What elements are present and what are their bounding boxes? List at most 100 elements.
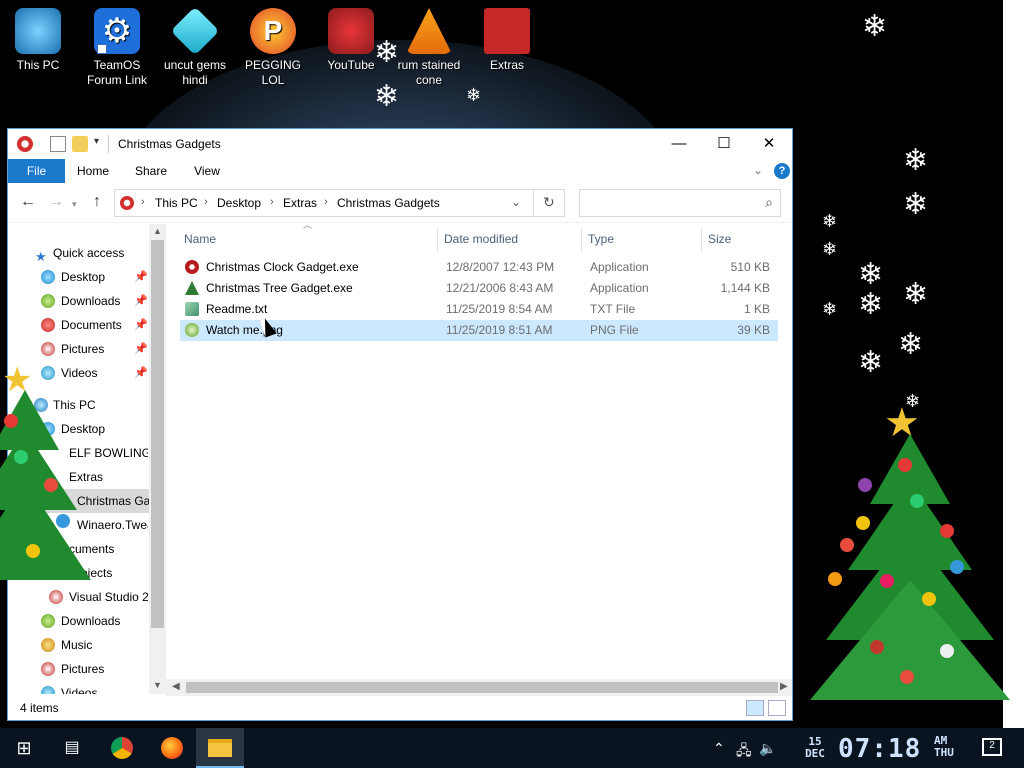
desktop-icon-pegging[interactable]: P PEGGING LOL [238,0,308,88]
app-icon[interactable] [17,136,33,152]
tab-home[interactable]: Home [70,159,116,183]
breadcrumb-chevron-icon[interactable]: › [141,196,145,208]
column-header-date[interactable]: Date modified [444,232,518,246]
column-header-size[interactable]: Size [708,232,731,246]
ornament [828,572,842,586]
scroll-down-icon[interactable]: ▼ [153,680,162,690]
christmas-tree-gadget[interactable]: ★ [810,400,1010,720]
snowflake-icon: ❄ [903,144,929,177]
show-hidden-icons-chevron[interactable]: ⌃ [713,740,725,757]
firefox-icon[interactable] [148,728,196,768]
minimize-button[interactable]: — [656,129,702,159]
column-header-type[interactable]: Type [588,232,614,246]
nav-videos-pc[interactable]: Videos [8,681,148,694]
desktop-icon-teamos[interactable]: ⚙ TeamOS Forum Link [82,0,152,88]
task-view-icon[interactable]: ▤ [48,728,96,768]
nav-downloads[interactable]: Downloads 📌 [8,289,148,313]
scroll-right-icon[interactable]: ▶ [780,681,788,692]
new-folder-icon[interactable] [72,136,88,152]
qat-dropdown-icon[interactable]: ▾ [94,136,99,147]
scroll-thumb[interactable] [186,682,778,693]
address-bar[interactable]: › This PC › Desktop › Extras › Christmas… [114,189,565,217]
title-bar[interactable]: ▾ Christmas Gadgets — ☐ ✕ [8,129,792,159]
refresh-icon[interactable]: ↻ [543,194,555,211]
maximize-button[interactable]: ☐ [701,129,747,159]
breadcrumb-christmas-gadgets[interactable]: Christmas Gadgets [337,196,440,210]
nav-pictures-pc[interactable]: Pictures [8,657,148,681]
large-icons-view-icon[interactable] [768,700,786,716]
ornament [940,524,954,538]
pin-icon[interactable]: 📌 [134,343,148,355]
pin-icon[interactable]: 📌 [134,271,148,283]
breadcrumb-extras[interactable]: Extras [283,196,317,210]
tree-app-icon [185,281,199,295]
back-arrow-icon[interactable]: ← [20,193,36,211]
tab-view[interactable]: View [184,159,230,183]
desktop-icon-uncut-gems[interactable]: uncut gems hindi [160,0,230,88]
column-header-name[interactable]: Name [184,232,216,246]
file-row[interactable]: Christmas Tree Gadget.exe 12/21/2006 8:4… [180,278,778,299]
nav-documents[interactable]: Documents 📌 [8,313,148,337]
help-icon[interactable]: ? [774,163,790,179]
breadcrumb-chevron-icon[interactable]: › [204,196,208,208]
nav-music[interactable]: Music [8,633,148,657]
breadcrumb-chevron-icon[interactable]: › [324,196,328,208]
desktop-icon-extras[interactable]: Extras [472,0,542,73]
pin-icon[interactable]: 📌 [134,367,148,379]
address-dropdown-icon[interactable]: ⌄ [511,195,521,209]
christmas-tree-gadget-left[interactable]: ★ [0,360,91,590]
pin-icon[interactable]: 📌 [134,295,148,307]
snowflake-icon: ❄ [858,258,884,291]
column-divider[interactable] [581,228,582,252]
tab-file[interactable]: File [8,159,65,183]
properties-icon[interactable] [50,136,66,152]
nav-pictures[interactable]: Pictures 📌 [8,337,148,361]
nav-scrollbar[interactable]: ▲ ▼ [149,224,166,694]
details-view-icon[interactable] [746,700,764,716]
file-explorer-icon[interactable] [196,728,244,768]
pin-icon[interactable]: 📌 [134,319,148,331]
chrome-icon[interactable] [98,728,146,768]
breadcrumb-desktop[interactable]: Desktop [217,196,261,210]
start-windows-icon[interactable]: ⊞ [0,728,48,768]
nav-downloads-pc[interactable]: Downloads [8,609,148,633]
file-row[interactable]: Christmas Clock Gadget.exe 12/8/2007 12:… [180,257,778,278]
snowflake-icon: ❄ [903,188,929,221]
close-button[interactable]: ✕ [746,129,792,159]
horizontal-scrollbar[interactable]: ◀ ▶ [166,679,792,696]
tab-share[interactable]: Share [128,159,174,183]
snowflake-icon: ❄ [822,239,838,259]
desktop-icon-rum-stained-cone[interactable]: rum stained cone [394,0,464,88]
chevron-down-icon[interactable]: ⌄ [753,163,763,177]
text-file-icon [185,302,199,316]
desktop-icon [41,270,55,284]
ornament [940,644,954,658]
ornament [922,592,936,606]
desktop-icon-this-pc[interactable]: This PC [3,0,73,73]
forward-arrow-icon[interactable]: → [48,193,64,211]
search-icon[interactable]: ⌕ [765,194,773,211]
clock-app-icon [185,260,199,274]
nav-quick-access[interactable]: ★ Quick access [8,241,148,265]
breadcrumb-chevron-icon[interactable]: › [270,196,274,208]
breadcrumb-this-pc[interactable]: This PC [155,196,198,210]
ornament [4,414,18,428]
scroll-left-icon[interactable]: ◀ [172,681,180,692]
volume-icon[interactable]: 🔈 [759,740,776,757]
column-divider[interactable] [437,228,438,252]
network-icon[interactable]: 🖧 [736,740,752,764]
recent-locations-icon[interactable]: ▾ [72,199,77,210]
column-divider[interactable] [701,228,702,252]
ornament [44,478,58,492]
up-arrow-icon[interactable]: ↑ [93,193,101,211]
taskbar: ⊞ ▤ ⌃ 🖧 🔈 15 DEC 07:18 AM THU 2 [0,728,1024,768]
nav-desktop[interactable]: Desktop 📌 [8,265,148,289]
clock-date: 15 DEC [796,736,834,760]
vlc-cone-icon [406,8,452,54]
notification-center-icon[interactable]: 2 [982,738,1002,756]
search-box[interactable]: ⌕ [579,189,781,217]
scroll-up-icon[interactable]: ▲ [153,226,162,236]
scroll-thumb[interactable] [151,240,164,628]
folder-icon [49,590,63,604]
sort-ascending-icon: ︿ [303,220,313,230]
